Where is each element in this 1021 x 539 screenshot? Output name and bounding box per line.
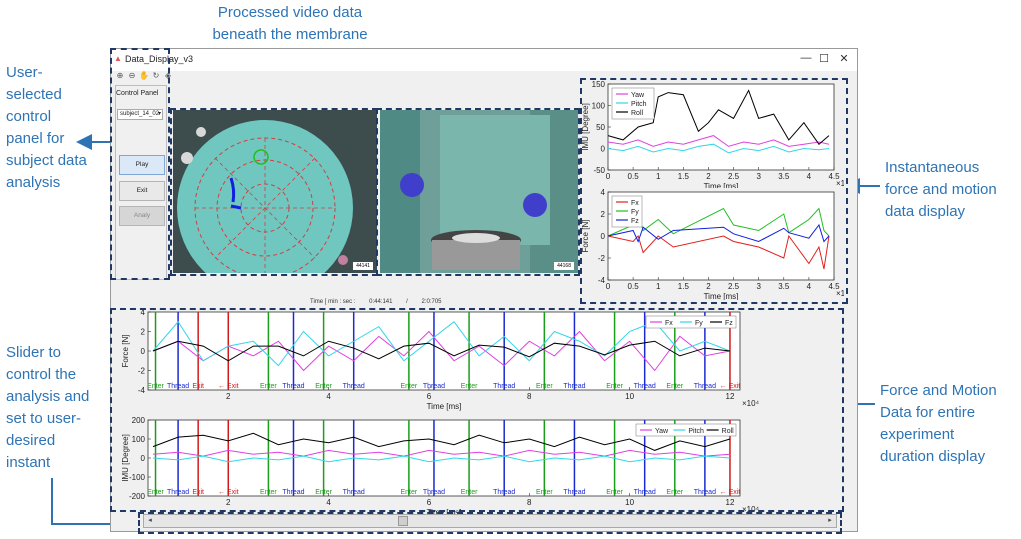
close-button[interactable]: ✕ (837, 52, 851, 65)
time-total: 2:0:705 (421, 299, 442, 305)
time-readout: Time [ min : sec : 0:44:141 / 2:0:705 (310, 299, 454, 305)
highlight-full-plots (110, 308, 844, 512)
time-current: 0:44:141 (369, 299, 393, 305)
time-label: Time [ min : sec : (310, 299, 356, 305)
highlight-processed-video (170, 108, 378, 276)
highlight-slider (138, 512, 842, 534)
highlight-instant-plots (580, 78, 848, 304)
minimize-button[interactable]: — (799, 52, 813, 64)
time-separator: / (406, 299, 408, 305)
maximize-button[interactable]: ☐ (817, 52, 831, 65)
highlight-control-panel (110, 48, 170, 280)
title-bar: ▲ Data_Display_v3 — ☐ ✕ (111, 49, 857, 71)
highlight-camera-video (376, 108, 580, 276)
